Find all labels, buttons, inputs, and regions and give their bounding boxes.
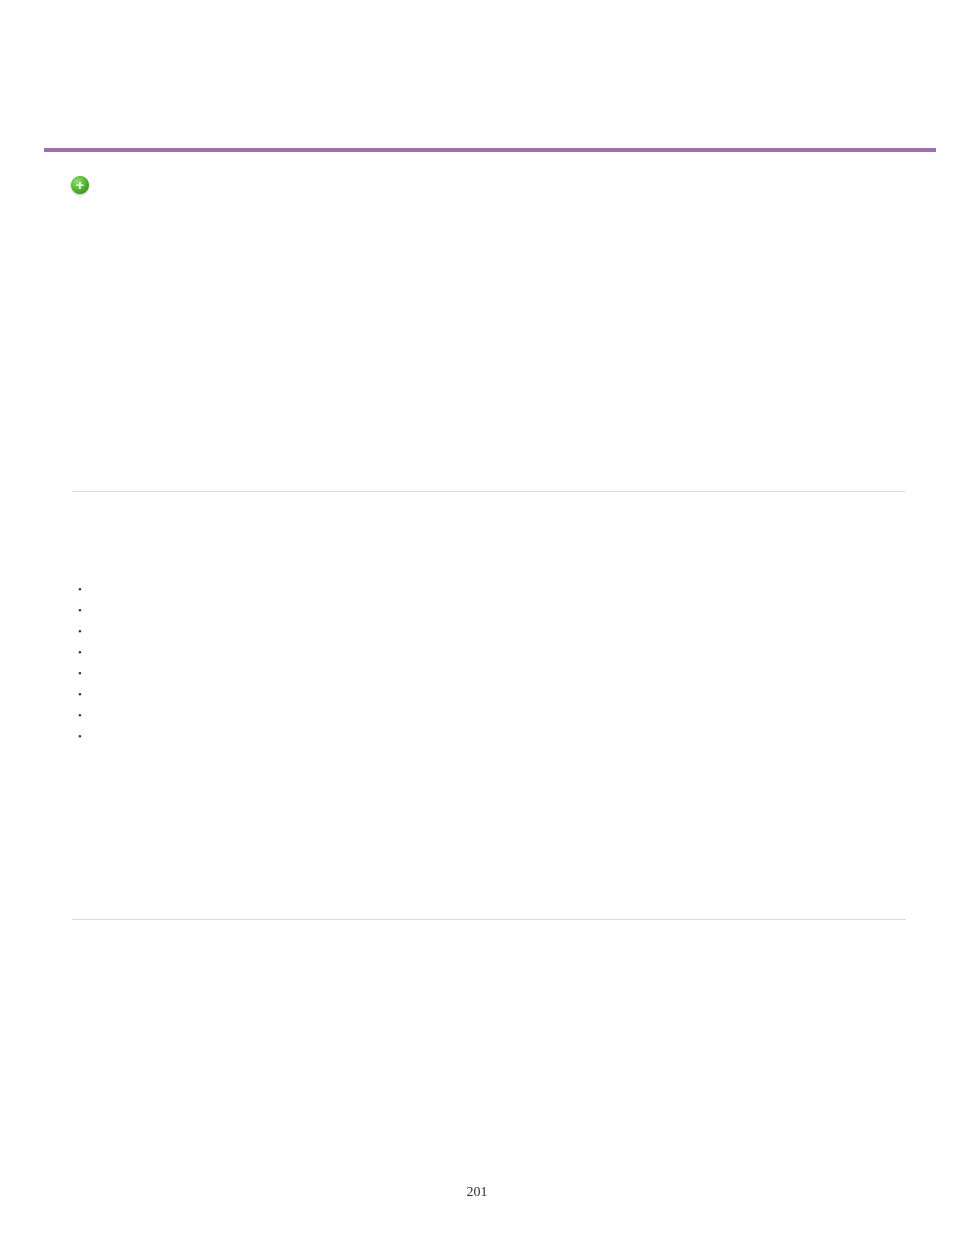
top-horizontal-rule bbox=[44, 148, 936, 152]
list-item bbox=[72, 686, 90, 707]
list-item bbox=[72, 665, 90, 686]
document-page: + 201 bbox=[0, 0, 954, 1235]
divider-rule bbox=[72, 919, 906, 920]
page-number: 201 bbox=[0, 1185, 954, 1201]
list-item bbox=[72, 728, 90, 749]
list-item bbox=[72, 623, 90, 644]
divider-rule bbox=[72, 491, 906, 492]
list-item bbox=[72, 581, 90, 602]
plus-icon: + bbox=[71, 176, 89, 194]
list-item bbox=[72, 644, 90, 665]
list-item bbox=[72, 707, 90, 728]
plus-icon-glyph: + bbox=[76, 178, 84, 192]
list-item bbox=[72, 602, 90, 623]
bullet-list bbox=[72, 581, 90, 749]
